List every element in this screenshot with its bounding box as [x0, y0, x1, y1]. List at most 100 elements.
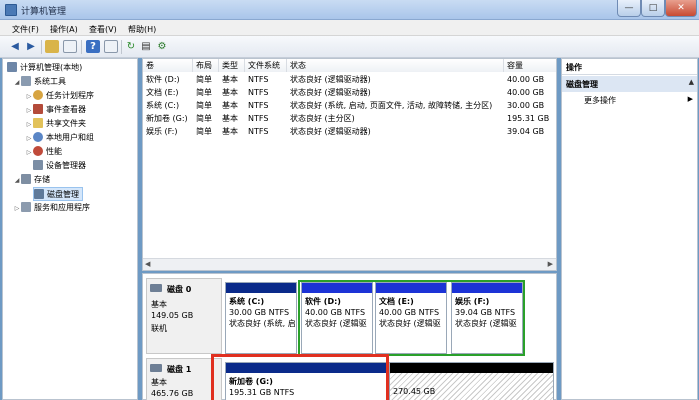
forward-icon[interactable]: ▶ [24, 40, 38, 53]
collapse-arrow-icon[interactable]: ▷ [25, 146, 33, 160]
table-row[interactable]: 娱乐 (F:) 简单 基本 NTFS 状态良好 (逻辑驱动器) 39.04 GB [143, 126, 556, 138]
table-cell: 状态良好 (逻辑驱动器) [290, 88, 371, 97]
collapse-arrow-icon[interactable]: ▷ [25, 118, 33, 132]
table-cell: 基本 [222, 101, 238, 110]
partition-status: 状态良好 (系统, 启 [229, 319, 296, 328]
scroll-left-icon[interactable]: ◀ [145, 260, 150, 268]
services-icon [21, 202, 31, 212]
title-bar [0, 0, 699, 20]
minimize-button[interactable]: — [617, 0, 641, 17]
horizontal-scrollbar[interactable]: ◀ ▶ [143, 258, 556, 270]
menu-file[interactable]: 文件(F) [12, 24, 39, 35]
table-cell: 简单 [196, 88, 212, 97]
column-header-type[interactable]: 类型 [219, 59, 245, 72]
help-icon[interactable]: ? [86, 40, 100, 53]
tree-item-storage[interactable]: ◢ 存储 [13, 173, 50, 187]
table-cell: 状态良好 (主分区) [290, 114, 355, 123]
expand-arrow-icon[interactable]: ◢ [13, 76, 21, 90]
disk-size: 465.76 GB [151, 389, 194, 398]
partition-e[interactable]: 文档 (E:) 40.00 GB NTFS 状态良好 (逻辑驱 [375, 282, 447, 354]
partition-bar [302, 283, 372, 293]
partition-bar [452, 283, 522, 293]
maximize-button[interactable]: □ [641, 0, 665, 17]
toolbar-separator [81, 40, 82, 54]
table-cell: NTFS [248, 127, 269, 136]
disk-icon [150, 284, 162, 292]
menu-view[interactable]: 查看(V) [89, 24, 117, 35]
menu-action[interactable]: 操作(A) [50, 24, 78, 35]
table-row[interactable]: 系统 (C:) 简单 基本 NTFS 状态良好 (系统, 启动, 页面文件, 活… [143, 100, 556, 112]
collapse-arrow-icon[interactable]: ▷ [25, 90, 33, 104]
device-manager-icon [33, 160, 43, 170]
table-cell: 30.00 GB [507, 101, 545, 110]
collapse-section-icon[interactable]: ▲ [689, 78, 694, 86]
actions-header: 操作 [562, 59, 697, 75]
partition-name: 娱乐 (F:) [455, 297, 490, 306]
partition-c[interactable]: 系统 (C:) 30.00 GB NTFS 状态良好 (系统, 启 [225, 282, 297, 354]
column-header-capacity[interactable]: 容量 [504, 59, 556, 72]
partition-size: 39.04 GB NTFS [455, 308, 516, 317]
toolbar-separator [121, 40, 122, 54]
partition-size: 40.00 GB NTFS [379, 308, 440, 317]
tree-item-performance[interactable]: ▷ 性能 [25, 145, 62, 159]
more-actions[interactable]: 更多操作 [584, 95, 616, 106]
table-cell: 基本 [222, 75, 238, 84]
collapse-arrow-icon[interactable]: ▷ [25, 132, 33, 146]
window-title: 计算机管理 [21, 7, 67, 17]
table-cell: 状态良好 (逻辑驱动器) [290, 75, 371, 84]
settings-icon[interactable]: ⚙ [155, 40, 169, 53]
partition-bar [390, 363, 553, 373]
table-row[interactable]: 新加卷 (G:) 简单 基本 NTFS 状态良好 (主分区) 195.31 GB [143, 113, 556, 125]
more-actions-arrow-icon[interactable]: ▶ [688, 95, 693, 103]
tree-item-task-scheduler[interactable]: ▷ 任务计划程序 [25, 89, 94, 103]
tree-item-local-users[interactable]: ▷ 本地用户和组 [25, 131, 94, 145]
expand-arrow-icon[interactable]: ◢ [13, 174, 21, 188]
back-icon[interactable]: ◀ [8, 40, 22, 53]
tools-icon [21, 76, 31, 86]
close-button[interactable]: ✕ [665, 0, 697, 17]
tree-item-system-tools[interactable]: ◢ 系统工具 [13, 75, 66, 89]
tree-item-device-manager[interactable]: 设备管理器 [33, 159, 86, 173]
disk-type: 基本 [151, 300, 167, 309]
table-cell: 简单 [196, 75, 212, 84]
table-row[interactable]: 软件 (D:) 简单 基本 NTFS 状态良好 (逻辑驱动器) 40.00 GB [143, 74, 556, 86]
partition-f[interactable]: 娱乐 (F:) 39.04 GB NTFS 状态良好 (逻辑驱 [451, 282, 523, 354]
actions-section-disk-management[interactable]: 磁盘管理 [562, 76, 697, 92]
tree-item-shared-folders[interactable]: ▷ 共享文件夹 [25, 117, 86, 131]
collapse-arrow-icon[interactable]: ▷ [25, 104, 33, 118]
partition-name: 软件 (D:) [305, 297, 341, 306]
column-header-status[interactable]: 状态 [287, 59, 504, 72]
collapse-arrow-icon[interactable]: ▷ [13, 202, 21, 216]
column-header-filesystem[interactable]: 文件系统 [245, 59, 287, 72]
table-cell: 基本 [222, 127, 238, 136]
table-cell: NTFS [248, 75, 269, 84]
tree-item-root[interactable]: 计算机管理(本地) [7, 61, 82, 75]
toolbar-separator [41, 40, 42, 54]
folder-icon [33, 118, 43, 128]
unallocated-space[interactable]: 270.45 GB [389, 362, 554, 400]
column-header-layout[interactable]: 布局 [193, 59, 219, 72]
scroll-right-icon[interactable]: ▶ [548, 260, 553, 268]
disk-type: 基本 [151, 378, 167, 387]
tree-item-event-viewer[interactable]: ▷ 事件查看器 [25, 103, 86, 117]
table-row[interactable]: 文档 (E:) 简单 基本 NTFS 状态良好 (逻辑驱动器) 40.00 GB [143, 87, 556, 99]
clock-icon [33, 90, 43, 100]
tree-item-disk-management[interactable]: 磁盘管理 [33, 187, 83, 201]
table-cell: 娱乐 (F:) [146, 127, 178, 136]
event-log-icon [33, 104, 43, 114]
refresh-icon[interactable]: ↻ [124, 40, 138, 53]
column-header-volume[interactable]: 卷 [143, 59, 193, 72]
tree-item-services-apps[interactable]: ▷ 服务和应用程序 [13, 201, 90, 215]
table-cell: 基本 [222, 114, 238, 123]
partition-bar [226, 283, 296, 293]
partition-d[interactable]: 软件 (D:) 40.00 GB NTFS 状态良好 (逻辑驱 [301, 282, 373, 354]
menu-help[interactable]: 帮助(H) [128, 24, 156, 35]
disk-graphical-view: 磁盘 0 基本 149.05 GB 联机 系统 (C:) 30.00 GB NT… [142, 273, 557, 400]
export-list-icon[interactable]: ▤ [139, 40, 153, 53]
table-cell: 状态良好 (系统, 启动, 页面文件, 活动, 故障转储, 主分区) [290, 101, 493, 110]
show-hide-tree-icon[interactable] [63, 40, 77, 53]
up-folder-icon[interactable] [45, 40, 59, 53]
properties-icon[interactable] [104, 40, 118, 53]
disk-0-label[interactable]: 磁盘 0 基本 149.05 GB 联机 [146, 278, 222, 354]
computer-icon [7, 62, 17, 72]
